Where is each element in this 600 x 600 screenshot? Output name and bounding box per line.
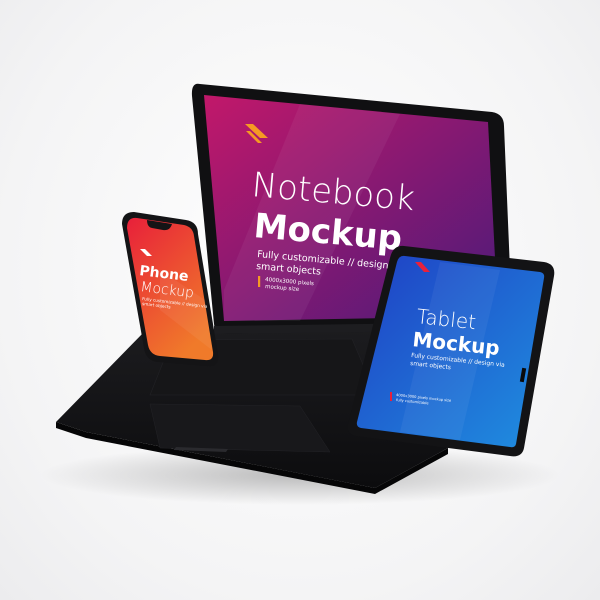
device-mockup-scene: Notebook Mockup Fully customizable // de… [40, 83, 560, 505]
notebook-spec-marker [258, 276, 261, 287]
notebook-trackpad [149, 403, 331, 453]
tablet-spec-marker [390, 392, 392, 401]
